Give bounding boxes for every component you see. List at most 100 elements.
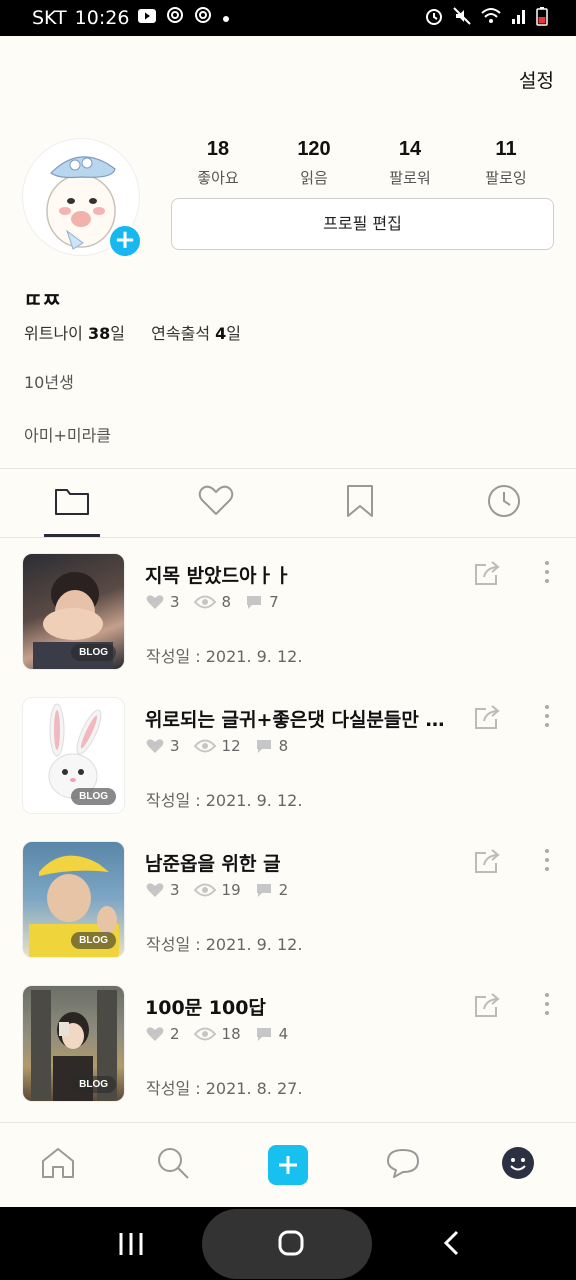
nav-add[interactable] <box>258 1135 318 1195</box>
nav-chat[interactable] <box>373 1135 433 1195</box>
nav-profile[interactable] <box>488 1135 548 1195</box>
tab-history[interactable] <box>432 469 576 537</box>
post-title[interactable]: 남준옵을 위한 글 <box>145 849 445 876</box>
add-photo-button[interactable]: + <box>108 224 142 258</box>
home-icon <box>40 1146 76 1184</box>
stat-value: 11 <box>495 138 517 160</box>
nav-home[interactable] <box>28 1135 88 1195</box>
like-count: 3 <box>170 737 180 755</box>
username: ㄸㅉ <box>24 288 61 312</box>
comment-icon <box>245 594 263 610</box>
comment-icon <box>255 882 273 898</box>
share-icon <box>472 705 502 735</box>
settings-link[interactable]: 설정 <box>519 66 554 93</box>
post-title[interactable]: 위로되는 글귀+좋은댓 다실분들만 ... <box>145 705 445 732</box>
heart-icon <box>146 882 164 898</box>
days-label: 위트나이 <box>24 324 83 343</box>
more-options-button[interactable] <box>538 561 556 587</box>
list-item[interactable]: BLOG 100문 100답 2 18 4 작성일 : 2021. 8. 27. <box>0 985 576 1105</box>
recent-apps-button[interactable] <box>118 1231 144 1261</box>
view-count: 8 <box>221 593 232 611</box>
list-item[interactable]: BLOG 지목 받았드아ㅏㅏ 3 8 7 작성일 : 2021. 9. 12. <box>0 553 576 673</box>
notification-icon <box>193 6 213 29</box>
clock-icon <box>486 483 522 523</box>
profile-meta: 위트나이 38일 연속출석 4일 <box>24 320 241 344</box>
heart-icon <box>146 594 164 610</box>
view-count: 19 <box>221 881 241 899</box>
folder-icon <box>54 486 90 520</box>
divider <box>0 537 576 538</box>
stat-reads[interactable]: 120 읽음 <box>266 138 362 188</box>
comment-count: 7 <box>269 593 279 611</box>
nav-search[interactable] <box>143 1135 203 1195</box>
recent-apps-icon <box>118 1233 144 1261</box>
search-icon <box>156 1146 190 1184</box>
stat-following[interactable]: 11 팔로잉 <box>458 138 554 188</box>
share-icon <box>472 561 502 591</box>
post-date: 작성일 : 2021. 9. 12. <box>146 791 303 810</box>
share-button[interactable] <box>472 703 502 735</box>
bio-line: 10년생 <box>24 373 74 392</box>
stat-value: 18 <box>206 138 230 160</box>
share-button[interactable] <box>472 991 502 1023</box>
carrier-label: SKT <box>32 6 67 29</box>
profile-stats: 18 좋아요 120 읽음 14 팔로워 11 팔로잉 <box>170 138 554 188</box>
share-button[interactable] <box>472 559 502 591</box>
signal-icon <box>510 7 528 30</box>
blog-badge: BLOG <box>71 644 116 661</box>
heart-icon <box>146 1026 164 1042</box>
more-options-button[interactable] <box>538 993 556 1019</box>
blog-badge: BLOG <box>71 788 116 805</box>
post-title[interactable]: 지목 받았드아ㅏㅏ <box>145 561 445 588</box>
comment-count: 8 <box>278 737 289 755</box>
stat-label: 읽음 <box>300 169 328 187</box>
share-icon <box>472 993 502 1023</box>
post-thumbnail: BLOG <box>22 841 125 958</box>
like-count: 2 <box>170 1025 180 1043</box>
more-options-button[interactable] <box>538 705 556 731</box>
post-title[interactable]: 100문 100답 <box>145 993 445 1020</box>
clock-time: 10:26 <box>74 6 130 29</box>
days-value: 38 <box>87 324 111 343</box>
stat-label: 좋아요 <box>197 169 239 187</box>
back-button[interactable] <box>441 1229 463 1261</box>
tab-bookmarks[interactable] <box>288 469 432 537</box>
list-item[interactable]: BLOG 위로되는 글귀+좋은댓 다실분들만 ... 3 12 8 작성일 : … <box>0 697 576 817</box>
eye-icon <box>193 738 216 754</box>
like-count: 3 <box>170 593 180 611</box>
add-icon <box>267 1145 308 1185</box>
more-options-button[interactable] <box>538 849 556 875</box>
status-bar: SKT 10:26 <box>0 0 576 36</box>
like-count: 3 <box>170 881 180 899</box>
post-date: 작성일 : 2021. 9. 12. <box>146 647 303 666</box>
post-stats: 3 8 7 <box>146 593 293 611</box>
chat-icon <box>385 1147 421 1183</box>
share-button[interactable] <box>472 847 502 879</box>
notification-icon <box>165 6 185 29</box>
youtube-icon <box>137 7 157 29</box>
alarm-icon <box>424 6 444 31</box>
stat-followers[interactable]: 14 팔로워 <box>362 138 458 188</box>
mute-icon <box>452 6 472 31</box>
eye-icon <box>193 594 216 610</box>
tab-likes[interactable] <box>144 469 288 537</box>
stat-value: 14 <box>398 138 422 160</box>
stat-likes[interactable]: 18 좋아요 <box>170 138 266 188</box>
stat-value: 120 <box>297 138 331 160</box>
view-count: 18 <box>221 1025 241 1043</box>
attendance-label: 연속출석 <box>151 324 211 343</box>
dot-icon <box>221 7 231 29</box>
heart-icon <box>146 738 164 754</box>
tab-posts[interactable] <box>0 469 144 537</box>
eye-icon <box>193 1026 216 1042</box>
post-thumbnail: BLOG <box>22 985 125 1102</box>
list-item[interactable]: BLOG 남준옵을 위한 글 3 19 2 작성일 : 2021. 9. 12. <box>0 841 576 961</box>
edit-profile-button[interactable]: 프로필 편집 <box>171 198 554 250</box>
profile-tabs <box>0 469 576 537</box>
comment-icon <box>255 738 273 754</box>
home-button[interactable] <box>277 1229 305 1261</box>
post-stats: 3 12 8 <box>146 737 302 755</box>
post-thumbnail: BLOG <box>22 697 125 814</box>
profile-icon <box>501 1146 535 1184</box>
stat-label: 팔로잉 <box>485 169 527 187</box>
